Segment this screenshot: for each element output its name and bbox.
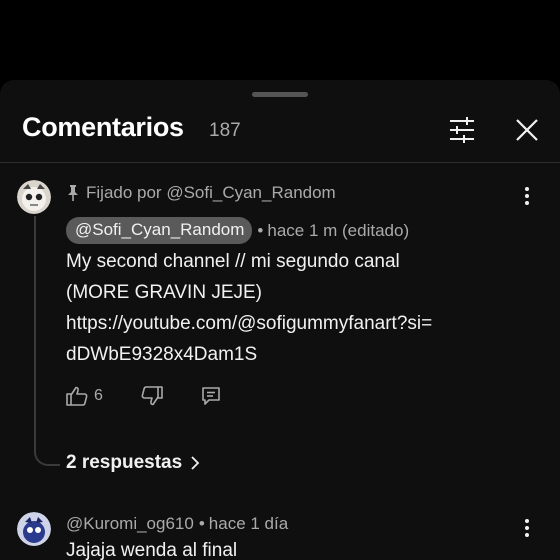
- sliders-icon: [450, 117, 474, 143]
- header-divider: [0, 162, 560, 163]
- meta-separator: •: [198, 514, 205, 533]
- pin-icon: [68, 185, 78, 201]
- author-handle[interactable]: @Sofi_Cyan_Random: [66, 217, 253, 244]
- like-count: 6: [94, 387, 103, 404]
- more-vert-icon: [525, 519, 529, 537]
- comment-menu-button[interactable]: [517, 182, 537, 210]
- pinned-text: Fijado por @Sofi_Cyan_Random: [86, 183, 336, 202]
- dislike-button[interactable]: [141, 386, 163, 406]
- chevron-right-icon: [191, 456, 200, 470]
- comment-meta: @Kuromi_og610 • hace 1 día: [66, 514, 288, 534]
- close-icon: [516, 119, 538, 141]
- reply-button[interactable]: [201, 386, 221, 406]
- comment-meta: @Sofi_Cyan_Random • hace 1 m (editado): [66, 217, 409, 244]
- more-vert-icon: [525, 187, 529, 205]
- filter-button[interactable]: [444, 112, 480, 148]
- author-handle[interactable]: @Kuromi_og610: [66, 514, 194, 534]
- replies-label: 2 respuestas: [66, 452, 183, 473]
- thumb-down-icon: [141, 386, 163, 406]
- panel-title: Comentarios: [22, 112, 184, 142]
- avatar-image: [17, 512, 51, 546]
- comment-menu-button[interactable]: [517, 514, 537, 542]
- avatar-image: [17, 180, 51, 214]
- drag-handle[interactable]: [252, 92, 308, 97]
- comment-time: hace 1 día: [208, 514, 289, 533]
- comment-actions: 6: [66, 386, 221, 406]
- comment-count: 187: [209, 120, 241, 141]
- like-button[interactable]: 6: [66, 386, 103, 406]
- thumb-up-icon: [66, 386, 88, 406]
- reply-icon: [202, 387, 220, 405]
- pinned-label: Fijado por @Sofi_Cyan_Random: [66, 183, 336, 203]
- replies-toggle[interactable]: 2 respuestas: [66, 452, 200, 474]
- close-button[interactable]: [508, 112, 546, 148]
- comment-time: hace 1 m (editado): [267, 220, 410, 240]
- avatar[interactable]: [17, 180, 51, 214]
- comments-sheet: Comentarios 187 Fijado por @Sofi_Cyan_Ra…: [0, 80, 560, 560]
- avatar[interactable]: [17, 512, 51, 546]
- comment-text: Jajaja wenda al final: [66, 540, 238, 560]
- thread-line: [34, 216, 60, 466]
- meta-separator: •: [257, 220, 264, 240]
- comment-text: My second channel // mi segundo canal (M…: [66, 251, 433, 365]
